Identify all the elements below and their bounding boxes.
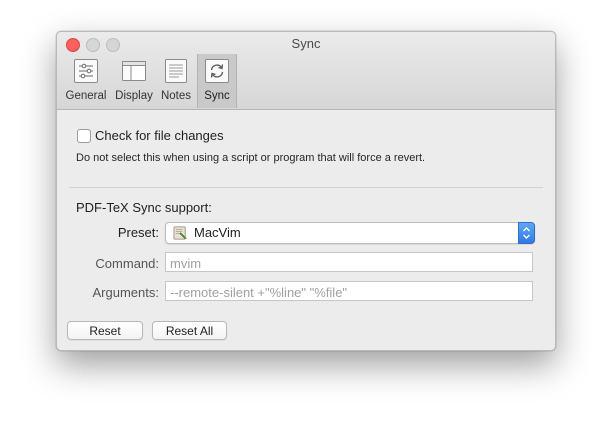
display-icon xyxy=(122,61,146,81)
sliders-icon xyxy=(74,59,98,83)
macvim-app-icon xyxy=(173,226,188,240)
reset-all-button[interactable]: Reset All xyxy=(152,321,227,340)
preset-popup[interactable]: MacVim xyxy=(165,222,535,244)
tab-notes[interactable]: Notes xyxy=(158,54,194,108)
tab-sync-label: Sync xyxy=(204,90,230,102)
tab-general[interactable]: General xyxy=(63,54,109,108)
check-file-changes-checkbox[interactable] xyxy=(77,129,91,143)
tab-display-label: Display xyxy=(115,90,153,102)
command-label: Command: xyxy=(95,256,159,271)
reset-button[interactable]: Reset xyxy=(67,321,143,340)
preset-value: MacVim xyxy=(194,225,241,240)
section-divider xyxy=(69,187,543,188)
preset-label: Preset: xyxy=(117,225,159,240)
tab-sync[interactable]: Sync xyxy=(197,54,237,108)
chevron-updown-icon xyxy=(523,227,530,239)
tab-notes-label: Notes xyxy=(160,90,192,102)
sync-icon xyxy=(205,59,229,83)
file-changes-hint: Do not select this when using a script o… xyxy=(76,152,426,164)
tab-display[interactable]: Display xyxy=(112,54,156,108)
arguments-field[interactable] xyxy=(165,281,533,301)
preferences-window: Sync General Display Notes Sync Check fo… xyxy=(56,31,556,351)
titlebar: Sync General Display Notes Sync xyxy=(57,32,555,110)
sync-support-heading: PDF-TeX Sync support: xyxy=(76,200,212,215)
notes-icon xyxy=(165,59,187,83)
arguments-label: Arguments: xyxy=(92,285,159,300)
window-title: Sync xyxy=(291,36,321,51)
check-file-changes-label[interactable]: Check for file changes xyxy=(95,128,224,143)
tab-general-label: General xyxy=(65,90,107,102)
preset-stepper[interactable] xyxy=(518,222,535,244)
command-field[interactable] xyxy=(165,252,533,272)
